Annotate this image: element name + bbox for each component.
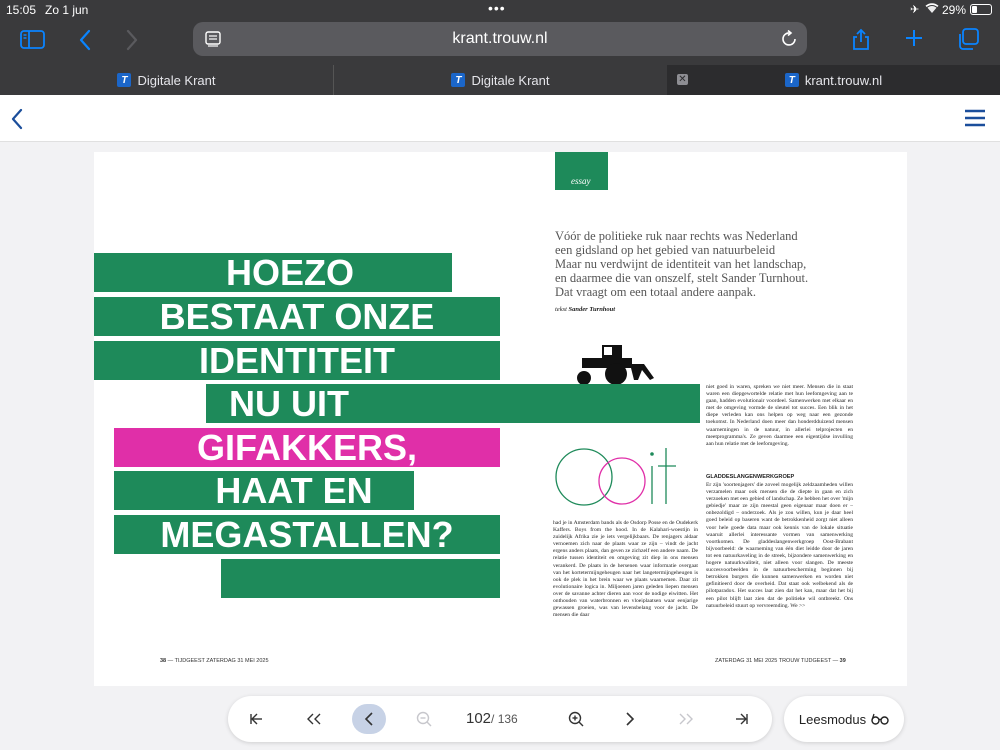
- sidebar-icon[interactable]: [20, 30, 45, 54]
- tab-digitale-krant-2[interactable]: T Digitale Krant: [334, 65, 667, 95]
- url-text[interactable]: krant.trouw.nl: [193, 30, 807, 48]
- prev-double-button[interactable]: [298, 704, 330, 734]
- tractor-illustration: [577, 345, 654, 385]
- section-tag: essay: [555, 152, 608, 190]
- airplane-icon: ✈: [910, 4, 920, 16]
- page-footer-right: ZATERDAG 31 MEI 2025 TROUW TIJDGEEST — 3…: [715, 658, 846, 664]
- tab-label: Digitale Krant: [471, 72, 550, 88]
- footer-date: ZATERDAG 31 MEI 2025: [715, 658, 778, 664]
- headline-line: HAAT EN: [215, 470, 373, 511]
- total-pages: / 136: [491, 712, 518, 726]
- menu-icon[interactable]: [964, 109, 986, 132]
- current-page: 102: [466, 710, 492, 727]
- headline-line: MEGASTALLEN?: [160, 514, 454, 555]
- headline-line: GIFAKKERS,: [196, 427, 418, 468]
- browser-toolbar: krant.trouw.nl: [0, 20, 1000, 65]
- intro-text: Vóór de politieke ruk naar rechts was Ne…: [555, 229, 835, 299]
- plus-icon[interactable]: [904, 28, 924, 53]
- subhead: GLADDESLANGENWERKGROEP: [706, 474, 795, 480]
- footer-dash: —: [167, 658, 175, 664]
- last-page-icon: [736, 713, 748, 725]
- headline-line: BESTAAT ONZE: [159, 296, 435, 337]
- zoom-out-button[interactable]: [408, 704, 440, 734]
- back-icon[interactable]: [78, 29, 92, 56]
- headline-line: HOEZO: [225, 252, 354, 293]
- page-indicator: 102/ 136: [466, 710, 518, 727]
- footer-dash: —: [832, 658, 840, 664]
- trouw-favicon-icon: T: [117, 73, 132, 87]
- prev-page-button[interactable]: [352, 704, 386, 734]
- footer-paper: TROUW: [778, 658, 800, 664]
- body-column-2b: Er zijn 'soortenjagers' die zoveel mogel…: [706, 482, 853, 609]
- newspaper-spread: essay Vóór de politieke ruk naar rechts …: [94, 152, 907, 686]
- body-column-2a: niet goed in waren, spreken we niet meer…: [706, 384, 853, 447]
- drop-word-text: Ooit: [94, 152, 95, 153]
- reader-mode-button[interactable]: Leesmodus: [784, 696, 904, 742]
- last-page-button[interactable]: [726, 704, 758, 734]
- glasses-icon: [871, 713, 889, 725]
- page-number: 39: [839, 658, 846, 664]
- zoom-in-button[interactable]: [560, 704, 592, 734]
- reader-mode-label: Leesmodus: [798, 711, 867, 727]
- first-page-button[interactable]: [240, 704, 272, 734]
- tab-bar: T Digitale Krant T Digitale Krant ✕ T kr…: [0, 65, 1000, 95]
- forward-icon[interactable]: [125, 29, 139, 56]
- intro-line: een gidsland op het gebied van natuurbel…: [555, 243, 776, 257]
- wifi-icon: [925, 2, 939, 17]
- body-column-1: had je in Amsterdam bands als de Osdorp …: [553, 520, 698, 619]
- back-icon[interactable]: [10, 108, 24, 135]
- reload-icon[interactable]: [781, 29, 798, 53]
- status-time: 15:05: [6, 3, 37, 17]
- pdf-nav-toolbar: 102/ 136: [228, 696, 772, 742]
- zoom-out-icon: [416, 711, 432, 727]
- section-tag-label: essay: [571, 176, 591, 186]
- prev-double-icon: [307, 713, 321, 725]
- intro-line: Vóór de politieke ruk naar rechts was Ne…: [555, 229, 798, 243]
- trouw-favicon-icon: T: [784, 73, 799, 87]
- multitask-dots-icon[interactable]: •••: [488, 0, 506, 16]
- tab-digitale-krant-1[interactable]: T Digitale Krant: [0, 65, 333, 95]
- status-bar: 15:05 Zo 1 jun ••• ✈ 29%: [0, 0, 1000, 20]
- trouw-favicon-icon: T: [451, 73, 466, 87]
- next-double-button[interactable]: [670, 704, 702, 734]
- tab-label: krant.trouw.nl: [804, 72, 883, 88]
- headline-line: NU UIT: [229, 383, 349, 424]
- tabs-icon[interactable]: [957, 28, 979, 55]
- next-icon: [626, 712, 635, 726]
- byline-name: Sander Turnhout: [568, 306, 616, 313]
- footer-section: TIJDGEEST: [174, 658, 205, 664]
- site-header: [0, 95, 1000, 142]
- footer-date: ZATERDAG 31 MEI 2025: [206, 658, 269, 664]
- tab-label: Digitale Krant: [137, 72, 216, 88]
- byline: tekst Sander Turnhout: [555, 306, 615, 313]
- byline-label: tekst: [555, 306, 567, 313]
- drop-word-graphic: [555, 448, 676, 506]
- first-page-icon: [250, 713, 262, 725]
- page-number: 38: [160, 658, 167, 664]
- battery-icon: [970, 4, 992, 15]
- page-footer-left: 38 — TIJDGEEST ZATERDAG 31 MEI 2025: [160, 658, 269, 664]
- share-icon[interactable]: [851, 27, 871, 56]
- intro-line: Maar nu verdwijnt de identiteit van het …: [555, 257, 807, 271]
- tab-krant-trouw[interactable]: ✕ T krant.trouw.nl: [667, 65, 1000, 95]
- url-bar[interactable]: krant.trouw.nl: [193, 22, 807, 56]
- headline-bar: [221, 559, 500, 598]
- intro-line: Dat vraagt om een totaal andere aanpak.: [555, 285, 756, 299]
- close-tab-icon[interactable]: ✕: [677, 74, 688, 85]
- status-date: Zo 1 jun: [45, 3, 89, 17]
- next-double-icon: [679, 713, 693, 725]
- zoom-in-icon: [568, 711, 584, 727]
- intro-line: en daarmee die van onszelf, stelt Sander…: [555, 271, 809, 285]
- footer-section: TIJDGEEST: [800, 658, 832, 664]
- headline-line: IDENTITEIT: [199, 340, 395, 381]
- prev-icon: [364, 712, 373, 726]
- battery-percent: 29%: [942, 3, 967, 17]
- next-page-button[interactable]: [614, 704, 646, 734]
